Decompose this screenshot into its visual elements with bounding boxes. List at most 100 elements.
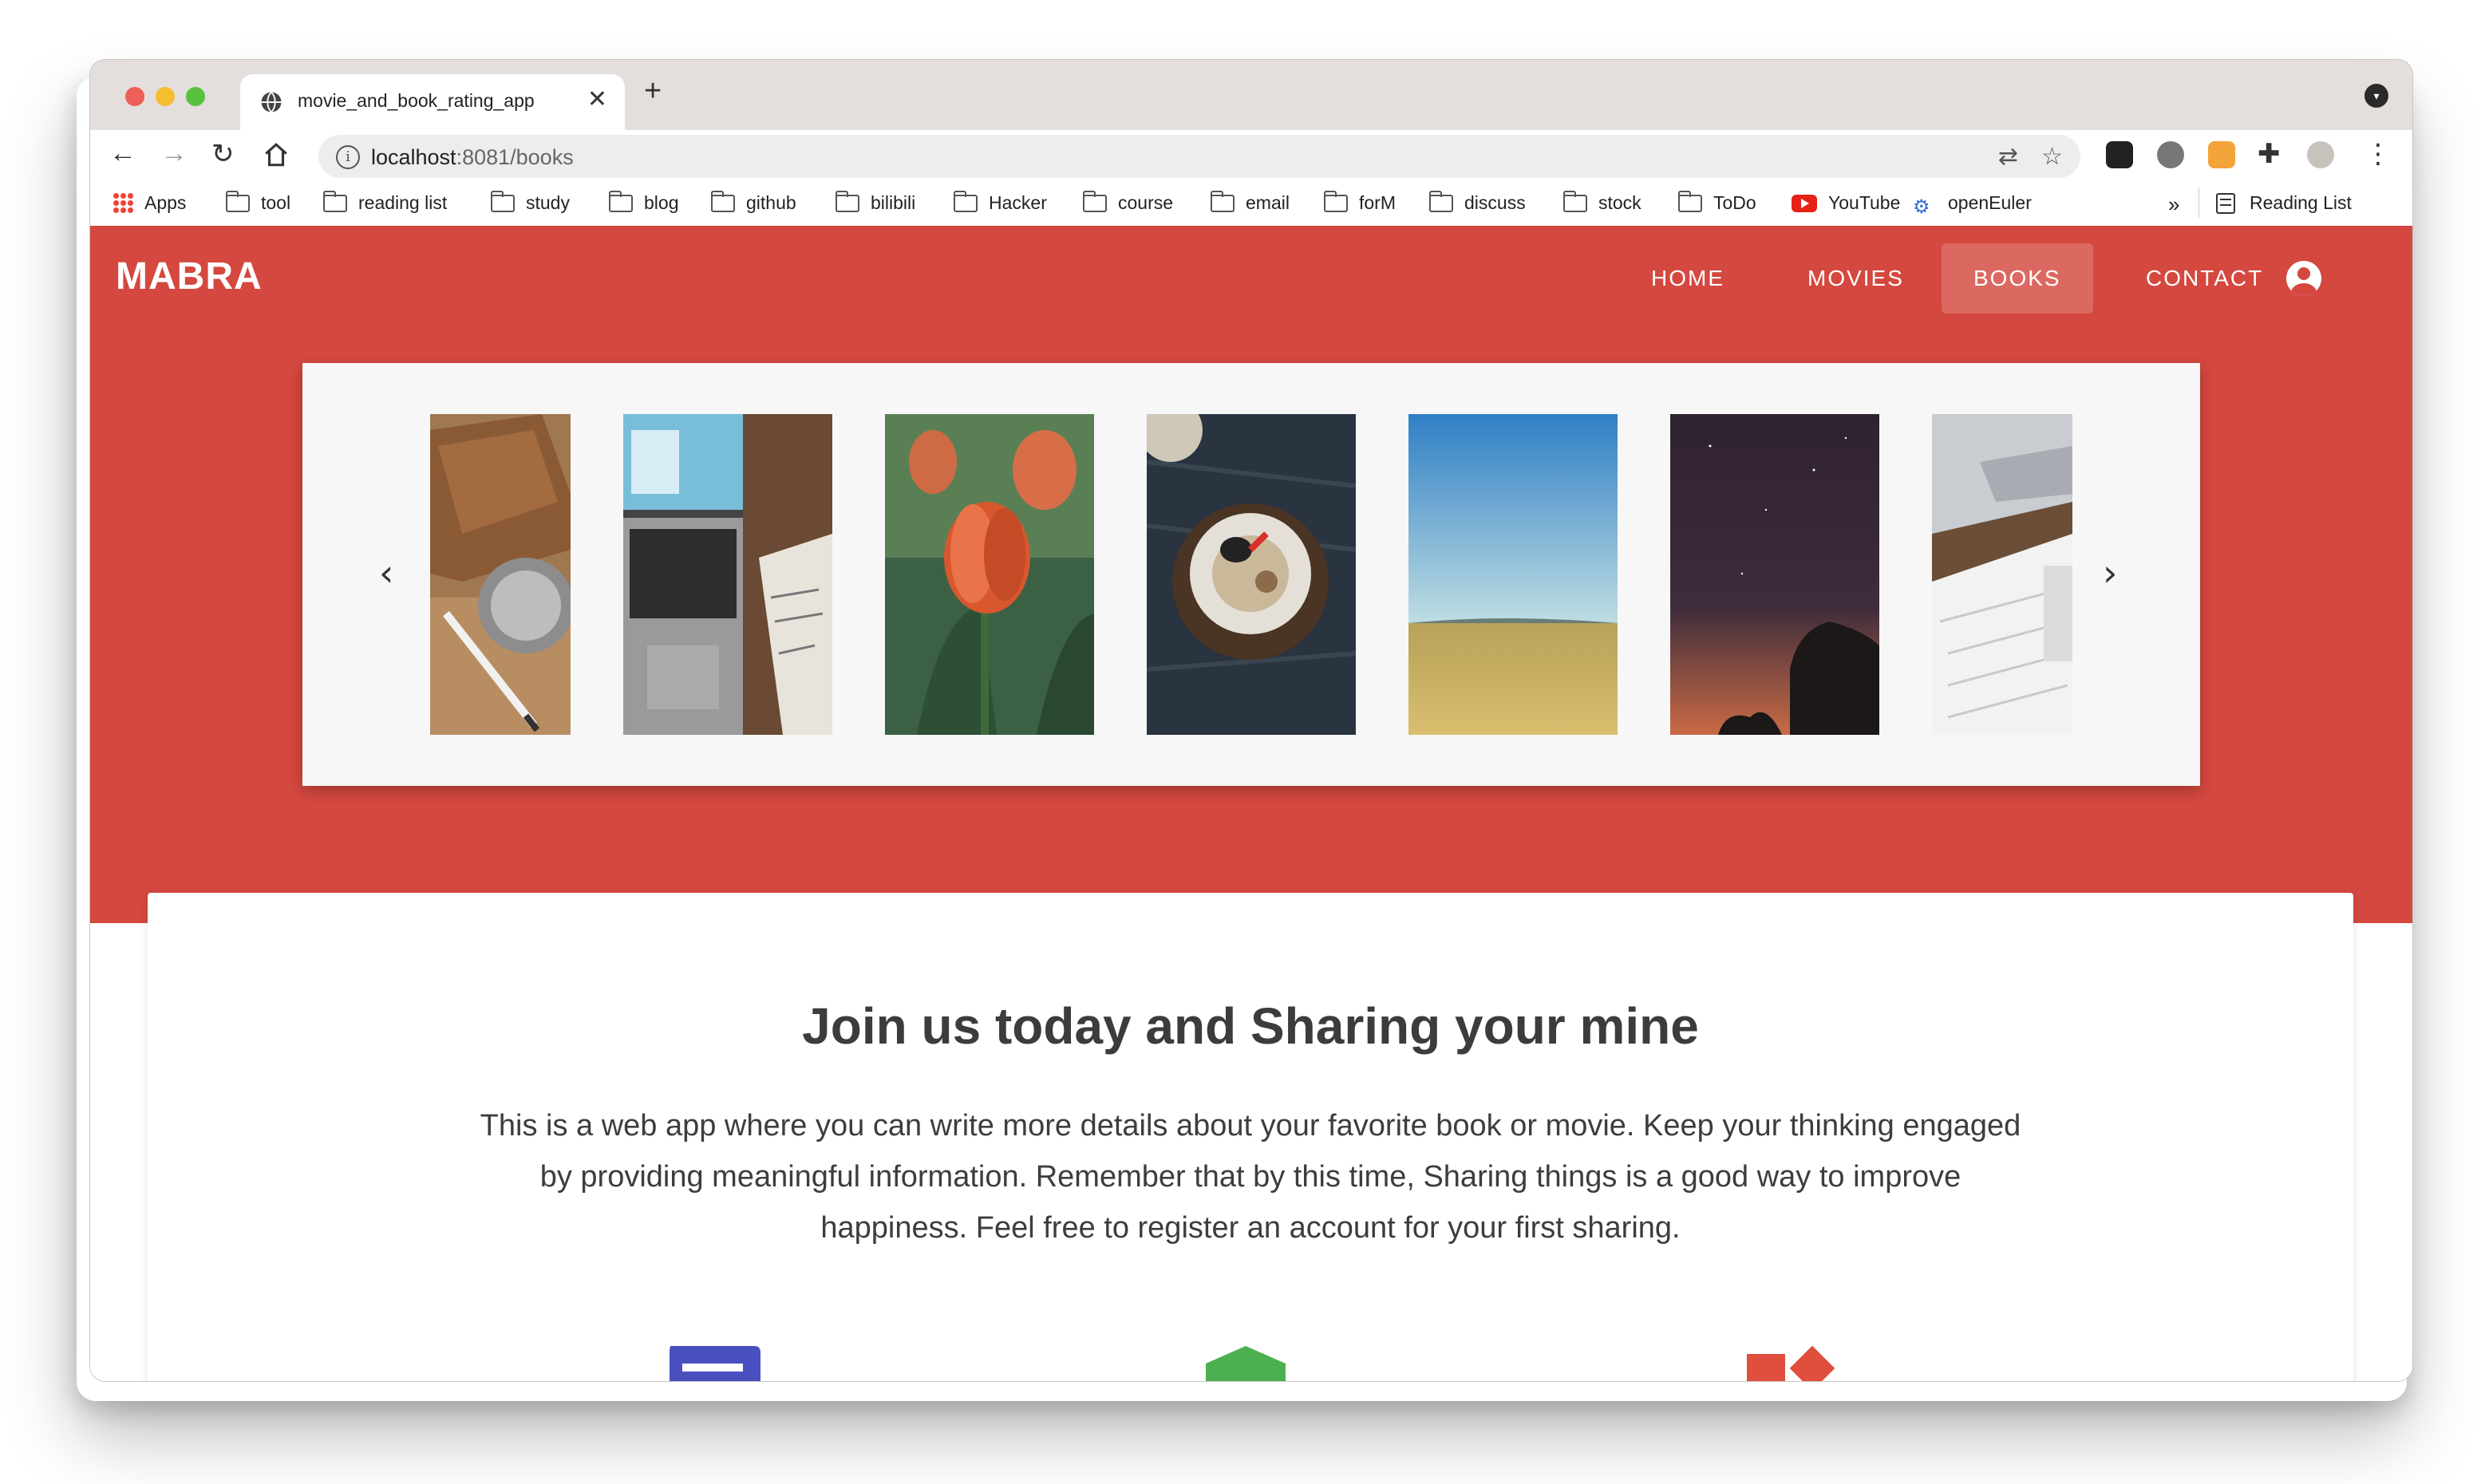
extension-icon-3[interactable] — [2208, 141, 2235, 168]
folder-icon — [836, 191, 859, 212]
account-circle-icon[interactable] — [2286, 261, 2321, 296]
extension-icon-1[interactable] — [2106, 141, 2133, 168]
bookmark-label: email — [1246, 192, 1290, 213]
nav-movies[interactable]: MOVIES — [1776, 243, 1936, 314]
tab-title: movie_and_book_rating_app — [298, 90, 535, 111]
intro-card: Join us today and Sharing your mine This… — [148, 893, 2353, 1381]
bookmark-label: Apps — [144, 192, 187, 213]
nav-contact[interactable]: CONTACT — [2114, 243, 2295, 314]
browser-menu-icon[interactable]: ⋮ — [2364, 138, 2392, 170]
bookmark-folder[interactable]: Hacker — [954, 191, 1047, 214]
bookmark-folder[interactable]: github — [711, 191, 796, 214]
folder-icon — [1429, 191, 1453, 212]
bookmark-label: study — [526, 192, 570, 213]
home-icon[interactable] — [263, 141, 290, 168]
folder-icon — [1083, 191, 1107, 212]
bookmark-label: stock — [1598, 192, 1641, 213]
folder-icon — [1211, 191, 1235, 212]
bookmark-openeuler[interactable]: ⚙ openEuler — [1913, 192, 2032, 218]
bookmark-label: blog — [644, 192, 679, 213]
bookmark-apps[interactable]: Apps — [113, 192, 186, 214]
carousel-slide-notebook[interactable] — [430, 414, 571, 735]
carousel-slide-field[interactable] — [1408, 414, 1618, 735]
nav-books[interactable]: BOOKS — [1942, 243, 2093, 314]
folder-icon — [1324, 191, 1348, 212]
carousel-slide-calendar[interactable] — [1932, 414, 2072, 735]
folder-icon — [1678, 191, 1702, 212]
bookmark-label: discuss — [1464, 192, 1526, 213]
url-path: :8081/books — [456, 145, 574, 169]
bookmark-folder[interactable]: reading list — [323, 191, 448, 214]
url-host: localhost — [371, 145, 456, 169]
bookmark-folder[interactable]: bilibili — [836, 191, 916, 214]
profile-avatar-icon[interactable] — [2307, 141, 2334, 168]
bookmark-folder[interactable]: discuss — [1429, 191, 1526, 214]
carousel-slide-dessert[interactable] — [1147, 414, 1356, 735]
active-tab[interactable]: movie_and_book_rating_app ✕ — [240, 74, 625, 130]
browser-window: movie_and_book_rating_app ✕ + ▾ ← → ↻ i … — [89, 59, 2413, 1382]
brand-logo[interactable]: MABRA — [116, 255, 263, 298]
bookmark-folder[interactable]: email — [1211, 191, 1290, 214]
url-text: localhost:8081/books — [371, 145, 574, 170]
bookmark-folder[interactable]: course — [1083, 191, 1173, 214]
carousel-next-icon[interactable]: › — [2103, 553, 2117, 593]
bookmark-label: github — [746, 192, 796, 213]
carousel-slide-night-sky[interactable] — [1670, 414, 1879, 735]
carousel-slide-tulips[interactable] — [885, 414, 1094, 735]
bookmark-folder[interactable]: study — [491, 191, 570, 214]
reading-list-label: Reading List — [2250, 192, 2352, 213]
intro-body: This is a web app where you can write mo… — [480, 1109, 2021, 1245]
bookmark-label: YouTube — [1828, 192, 1901, 213]
bookmark-folder[interactable]: blog — [609, 191, 679, 214]
page-viewport: MABRA HOME MOVIES BOOKS CONTACT ‹ › Join… — [90, 226, 2412, 1381]
close-window-button[interactable] — [125, 87, 144, 106]
reload-icon[interactable]: ↻ — [211, 138, 235, 170]
back-arrow-icon[interactable]: ← — [109, 138, 136, 169]
bookmarks-bar: Apps tool reading list study blog github… — [90, 181, 2412, 227]
extension-icon-2[interactable] — [2157, 141, 2184, 168]
bookmark-star-icon[interactable]: ☆ — [2041, 143, 2063, 171]
widgets-icon — [1747, 1346, 1835, 1381]
folder-icon — [954, 191, 978, 212]
bookmarks-divider — [2198, 187, 2199, 218]
bookmark-folder[interactable]: forM — [1324, 191, 1396, 214]
browser-toolbar: ← → ↻ i localhost:8081/books ⇄ ☆ ✚ ⋮ — [90, 130, 2412, 181]
tab-search-icon[interactable]: ▾ — [2364, 84, 2388, 108]
site-info-icon[interactable]: i — [336, 145, 360, 169]
youtube-icon — [1792, 195, 1817, 212]
maximize-window-button[interactable] — [186, 87, 205, 106]
shield-plus-icon — [1206, 1346, 1286, 1381]
reading-list-button[interactable]: Reading List — [2216, 192, 2352, 214]
folder-icon — [226, 191, 250, 212]
bookmark-folder[interactable]: stock — [1563, 191, 1641, 214]
bookmark-label: Hacker — [989, 192, 1047, 213]
tab-close-icon[interactable]: ✕ — [587, 85, 607, 113]
bookmark-folder[interactable]: tool — [226, 191, 290, 214]
new-tab-button[interactable]: + — [644, 74, 662, 109]
globe-icon — [261, 91, 282, 113]
carousel-slide-laptop[interactable] — [623, 414, 832, 735]
carousel-prev-icon[interactable]: ‹ — [379, 553, 393, 593]
bookmark-label: forM — [1359, 192, 1396, 213]
bookmark-youtube[interactable]: YouTube — [1792, 192, 1900, 214]
intro-title: Join us today and Sharing your mine — [802, 997, 1699, 1055]
folder-icon — [1563, 191, 1587, 212]
bookmark-label: reading list — [358, 192, 448, 213]
bookmark-label: openEuler — [1948, 192, 2032, 213]
bookmark-label: bilibili — [871, 192, 916, 213]
nav-home[interactable]: HOME — [1619, 243, 1756, 314]
bookmark-label: ToDo — [1713, 192, 1756, 213]
bookmark-folder[interactable]: ToDo — [1678, 191, 1756, 214]
app-navbar: MABRA HOME MOVIES BOOKS CONTACT — [90, 226, 2412, 314]
address-bar[interactable]: i localhost:8081/books ⇄ ☆ — [318, 135, 2080, 178]
reading-list-icon — [2216, 193, 2235, 214]
bookmarks-overflow-chevron[interactable]: » — [2168, 192, 2179, 217]
translate-icon[interactable]: ⇄ — [1998, 143, 2018, 171]
folder-icon — [609, 191, 633, 212]
folder-icon — [491, 191, 515, 212]
chat-message-icon — [670, 1346, 760, 1381]
minimize-window-button[interactable] — [156, 87, 175, 106]
forward-arrow-icon[interactable]: → — [160, 138, 188, 169]
image-carousel: ‹ › — [302, 363, 2200, 786]
extensions-puzzle-icon[interactable]: ✚ — [2258, 138, 2281, 170]
